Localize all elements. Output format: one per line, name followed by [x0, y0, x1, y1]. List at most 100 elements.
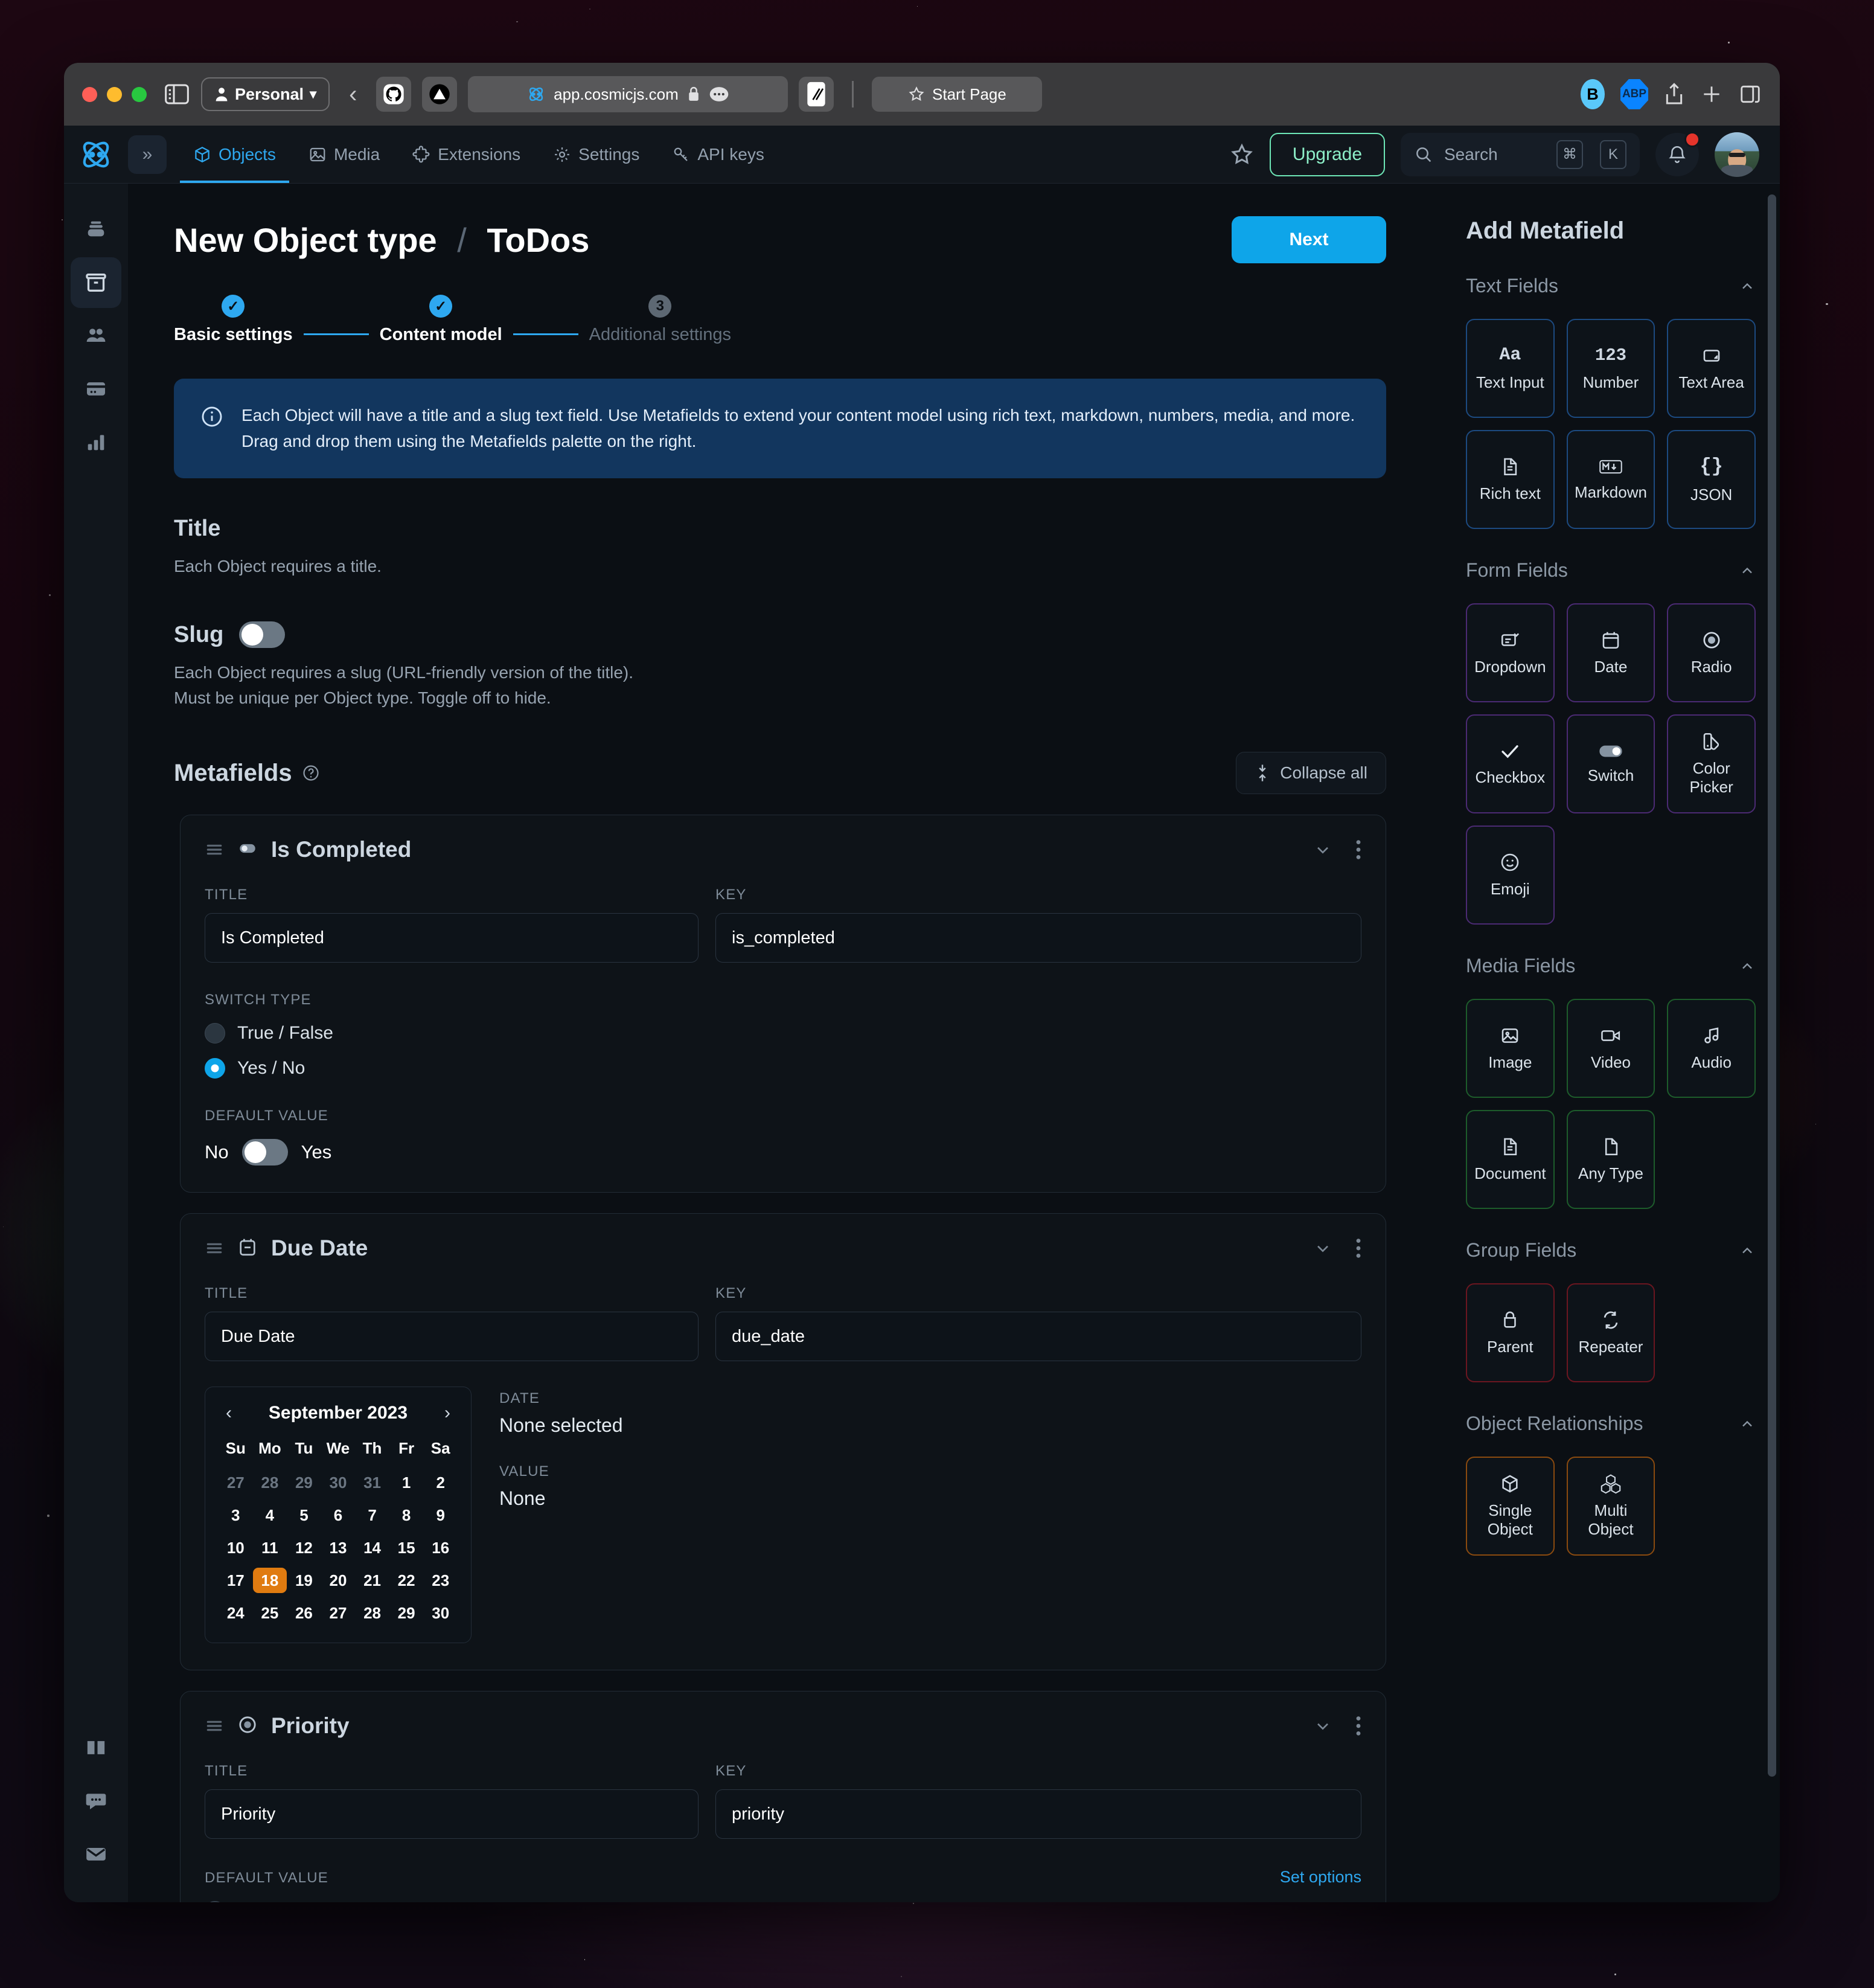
drag-handle-icon[interactable] — [205, 840, 224, 859]
calendar-day[interactable]: 28 — [253, 1470, 287, 1495]
sidebar-item-analytics[interactable] — [71, 417, 121, 467]
calendar-next-button[interactable]: › — [437, 1403, 458, 1423]
tab-settings[interactable]: Settings — [540, 126, 653, 183]
palette-card-json[interactable]: {} JSON — [1667, 430, 1756, 529]
priority-option-low[interactable]: Low — [205, 1901, 1361, 1902]
palette-card-multi-object[interactable]: Multi Object — [1566, 1457, 1655, 1556]
tab-api-keys[interactable]: API keys — [659, 126, 777, 183]
palette-card-color-picker[interactable]: Color Picker — [1667, 714, 1756, 813]
calendar-day[interactable]: 1 — [389, 1470, 424, 1495]
calendar-day[interactable]: 30 — [423, 1600, 458, 1626]
step-additional-settings[interactable]: 3 Additional settings — [589, 295, 731, 345]
help-icon[interactable] — [302, 764, 320, 782]
calendar-day[interactable]: 11 — [253, 1535, 287, 1560]
sidebar-item-billing[interactable] — [71, 364, 121, 414]
sidebar-item-docs[interactable] — [71, 1722, 121, 1773]
chevron-down-icon[interactable] — [1313, 840, 1332, 859]
palette-card-text-area[interactable]: Text Area — [1667, 319, 1756, 418]
slug-toggle[interactable] — [239, 621, 286, 649]
reader-mode-icon[interactable] — [799, 77, 834, 112]
calendar-day[interactable]: 15 — [389, 1535, 424, 1560]
key-input[interactable] — [715, 1312, 1361, 1362]
calendar-day[interactable]: 2 — [423, 1470, 458, 1495]
palette-card-single-object[interactable]: Single Object — [1466, 1457, 1555, 1556]
tab-media[interactable]: Media — [295, 126, 393, 183]
chevron-down-icon[interactable] — [1313, 1239, 1332, 1258]
calendar-day[interactable]: 26 — [287, 1600, 321, 1626]
maximize-window-button[interactable] — [132, 86, 147, 102]
drag-handle-icon[interactable] — [205, 1239, 224, 1258]
calendar-day[interactable]: 31 — [355, 1470, 389, 1495]
palette-card-image[interactable]: Image — [1466, 999, 1555, 1098]
set-options-link[interactable]: Set options — [1280, 1868, 1361, 1887]
palette-card-repeater[interactable]: Repeater — [1566, 1283, 1655, 1382]
more-options-icon[interactable] — [1355, 1716, 1361, 1736]
palette-card-parent[interactable]: Parent — [1466, 1283, 1555, 1382]
palette-card-checkbox[interactable]: Checkbox — [1466, 714, 1555, 813]
sidebar-item-objects[interactable] — [71, 257, 121, 308]
sidebar-toggle-icon[interactable] — [164, 81, 190, 107]
calendar-day[interactable]: 16 — [423, 1535, 458, 1560]
palette-card-radio[interactable]: Radio — [1667, 603, 1756, 702]
calendar-day[interactable]: 3 — [219, 1502, 253, 1528]
palette-card-dropdown[interactable]: Dropdown — [1466, 603, 1555, 702]
palette-group-header[interactable]: Form Fields — [1466, 559, 1756, 585]
palette-group-header[interactable]: Object Relationships — [1466, 1412, 1756, 1438]
calendar-day-selected[interactable]: 18 — [252, 1568, 287, 1594]
window-controls[interactable] — [82, 86, 147, 102]
more-options-icon[interactable] — [1355, 839, 1361, 860]
expand-sidebar-button[interactable]: » — [128, 135, 167, 174]
calendar-day[interactable]: 12 — [287, 1535, 321, 1560]
new-tab-icon[interactable] — [1700, 83, 1723, 106]
palette-card-markdown[interactable]: Markdown — [1566, 430, 1655, 529]
close-window-button[interactable] — [82, 86, 97, 102]
palette-group-header[interactable]: Group Fields — [1466, 1239, 1756, 1265]
bitwarden-extension-icon[interactable]: B — [1581, 79, 1605, 109]
palette-card-any-type[interactable]: Any Type — [1566, 1110, 1655, 1209]
notifications-button[interactable] — [1655, 131, 1700, 176]
address-bar[interactable]: app.cosmicjs.com — [468, 76, 788, 112]
tab-objects[interactable]: Objects — [180, 126, 289, 183]
sidebar-item-chat[interactable] — [71, 1775, 121, 1826]
calendar-day[interactable]: 24 — [219, 1600, 253, 1626]
tab-extensions[interactable]: Extensions — [399, 126, 534, 183]
more-options-icon[interactable] — [1355, 1238, 1361, 1259]
palette-card-rich-text[interactable]: Rich text — [1466, 430, 1555, 529]
back-button[interactable]: ‹ — [341, 81, 365, 108]
key-input[interactable] — [715, 1789, 1361, 1839]
calendar-day[interactable]: 27 — [219, 1470, 253, 1495]
calendar-day[interactable]: 17 — [219, 1568, 253, 1593]
collapse-all-button[interactable]: Collapse all — [1236, 752, 1386, 795]
palette-card-text-input[interactable]: Aa Text Input — [1466, 319, 1555, 418]
calendar-prev-button[interactable]: ‹ — [219, 1403, 239, 1423]
switch-type-option-true-false[interactable]: True / False — [205, 1023, 1361, 1044]
palette-group-header[interactable]: Media Fields — [1466, 955, 1756, 981]
next-button[interactable]: Next — [1232, 216, 1386, 263]
calendar-day[interactable]: 14 — [355, 1535, 389, 1560]
calendar-day[interactable]: 25 — [253, 1600, 287, 1626]
github-shortcut-icon[interactable] — [376, 77, 412, 112]
calendar-day[interactable]: 8 — [389, 1502, 424, 1528]
title-input[interactable] — [205, 1789, 699, 1839]
key-input[interactable] — [715, 913, 1361, 963]
calendar-day[interactable]: 7 — [355, 1502, 389, 1528]
palette-group-header[interactable]: Text Fields — [1466, 275, 1756, 301]
profile-selector[interactable]: Personal ▾ — [201, 77, 330, 111]
upgrade-button[interactable]: Upgrade — [1269, 132, 1385, 176]
calendar-day[interactable]: 20 — [321, 1568, 356, 1593]
calendar-day[interactable]: 6 — [321, 1502, 356, 1528]
palette-card-video[interactable]: Video — [1566, 999, 1655, 1098]
sidebar-item-users[interactable] — [71, 310, 121, 361]
calendar-day[interactable]: 19 — [287, 1568, 321, 1593]
calendar-day[interactable]: 10 — [219, 1535, 253, 1560]
minimize-window-button[interactable] — [107, 86, 122, 102]
vercel-shortcut-icon[interactable] — [422, 77, 458, 112]
drag-handle-icon[interactable] — [205, 1716, 224, 1736]
calendar-day[interactable]: 13 — [321, 1535, 356, 1560]
calendar-day[interactable]: 9 — [423, 1502, 458, 1528]
calendar-day[interactable]: 29 — [287, 1470, 321, 1495]
title-input[interactable] — [205, 1312, 699, 1362]
default-value-toggle[interactable] — [241, 1139, 288, 1166]
title-input[interactable] — [205, 913, 699, 963]
palette-card-date[interactable]: Date — [1566, 603, 1655, 702]
